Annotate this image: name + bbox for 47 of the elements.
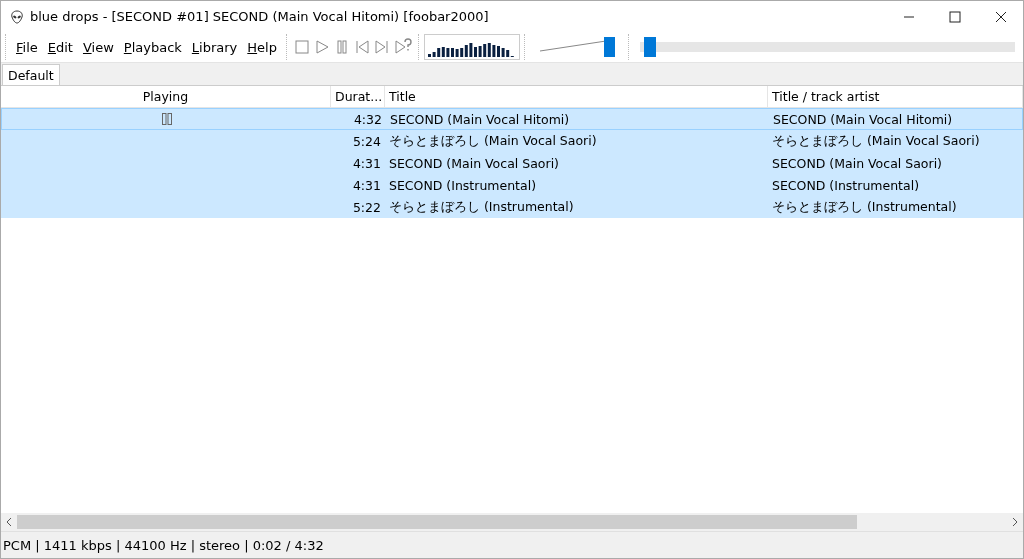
duration-cell-text: 4:31 [351, 177, 382, 193]
playlist-row[interactable]: 4:31 SECOND (Instrumental) SECOND (Instrumental) [1, 174, 1023, 196]
playlist-tab[interactable]: Default [2, 64, 60, 85]
menu-item[interactable]: Edit [42, 39, 78, 55]
column-header[interactable]: Title [385, 85, 768, 108]
next-icon[interactable] [373, 39, 390, 55]
menu-item[interactable]: Playback [118, 39, 187, 55]
menu-item[interactable]: Help [242, 39, 282, 55]
horizontal-scrollbar[interactable] [1, 513, 1023, 531]
slider-thumb[interactable] [603, 37, 615, 57]
artist-cell-text: SECOND (Instrumental) [771, 177, 920, 193]
column-header[interactable]: Playing [1, 85, 331, 108]
duration-cell-text: 4:31 [351, 155, 382, 171]
menu-item[interactable]: Library [186, 39, 243, 55]
close-icon[interactable] [995, 10, 1007, 23]
alien-icon [10, 9, 24, 24]
duration-cell-text: 4:32 [352, 111, 383, 127]
playlist-row[interactable]: 5:22 そらとまぼろし (Instrumental) そらとまぼろし (Instrumental) [1, 196, 1023, 218]
pause-icon [161, 112, 173, 126]
title-cell-text: SECOND (Main Vocal Saori) [388, 155, 560, 171]
artist-cell-text: そらとまぼろし (Main Vocal Saori) [771, 132, 981, 150]
stop-icon[interactable] [293, 39, 310, 55]
volume-slider[interactable] [537, 36, 616, 58]
window-title: blue drops - [SECOND #01] SECOND (Main Vocal Hitomi) [foobar2000] [30, 9, 489, 24]
artist-cell-text: そらとまぼろし (Instrumental) [771, 198, 958, 216]
maximize-icon[interactable] [949, 10, 961, 23]
column-header[interactable]: Durat... [331, 85, 385, 108]
playlist-row[interactable]: 4:32 SECOND (Main Vocal Hitomi) SECOND (Main Vocal Hitomi) [1, 108, 1023, 130]
duration-cell-text: 5:22 [351, 199, 382, 215]
seek-thumb[interactable] [643, 37, 656, 57]
play-icon[interactable] [313, 39, 330, 55]
duration-cell-text: 5:24 [351, 133, 382, 149]
title-cell-text: SECOND (Main Vocal Hitomi) [389, 111, 571, 127]
menu-item[interactable]: View [77, 39, 119, 55]
artist-cell-text: SECOND (Main Vocal Hitomi) [772, 111, 954, 127]
artist-cell-text: SECOND (Main Vocal Saori) [771, 155, 943, 171]
title-cell-text: そらとまぼろし (Main Vocal Saori) [388, 132, 598, 150]
menu-item[interactable]: File [11, 39, 43, 55]
status-text: PCM | 1411 kbps | 44100 Hz | stereo | 0:02 / 4:32 [3, 537, 324, 553]
title-cell-text: SECOND (Instrumental) [388, 177, 537, 193]
column-header[interactable]: Title / track artist [768, 85, 1023, 108]
previous-icon[interactable] [353, 39, 370, 55]
playlist-row[interactable]: 4:31 SECOND (Main Vocal Saori) SECOND (Main Vocal Saori) [1, 152, 1023, 174]
random-icon[interactable] [393, 38, 412, 56]
scrollbar-thumb[interactable] [17, 515, 857, 529]
playlist-row[interactable]: 5:24 そらとまぼろし (Main Vocal Saori) そらとまぼろし (Main Vocal Saori) [1, 130, 1023, 152]
title-cell-text: そらとまぼろし (Instrumental) [388, 198, 575, 216]
